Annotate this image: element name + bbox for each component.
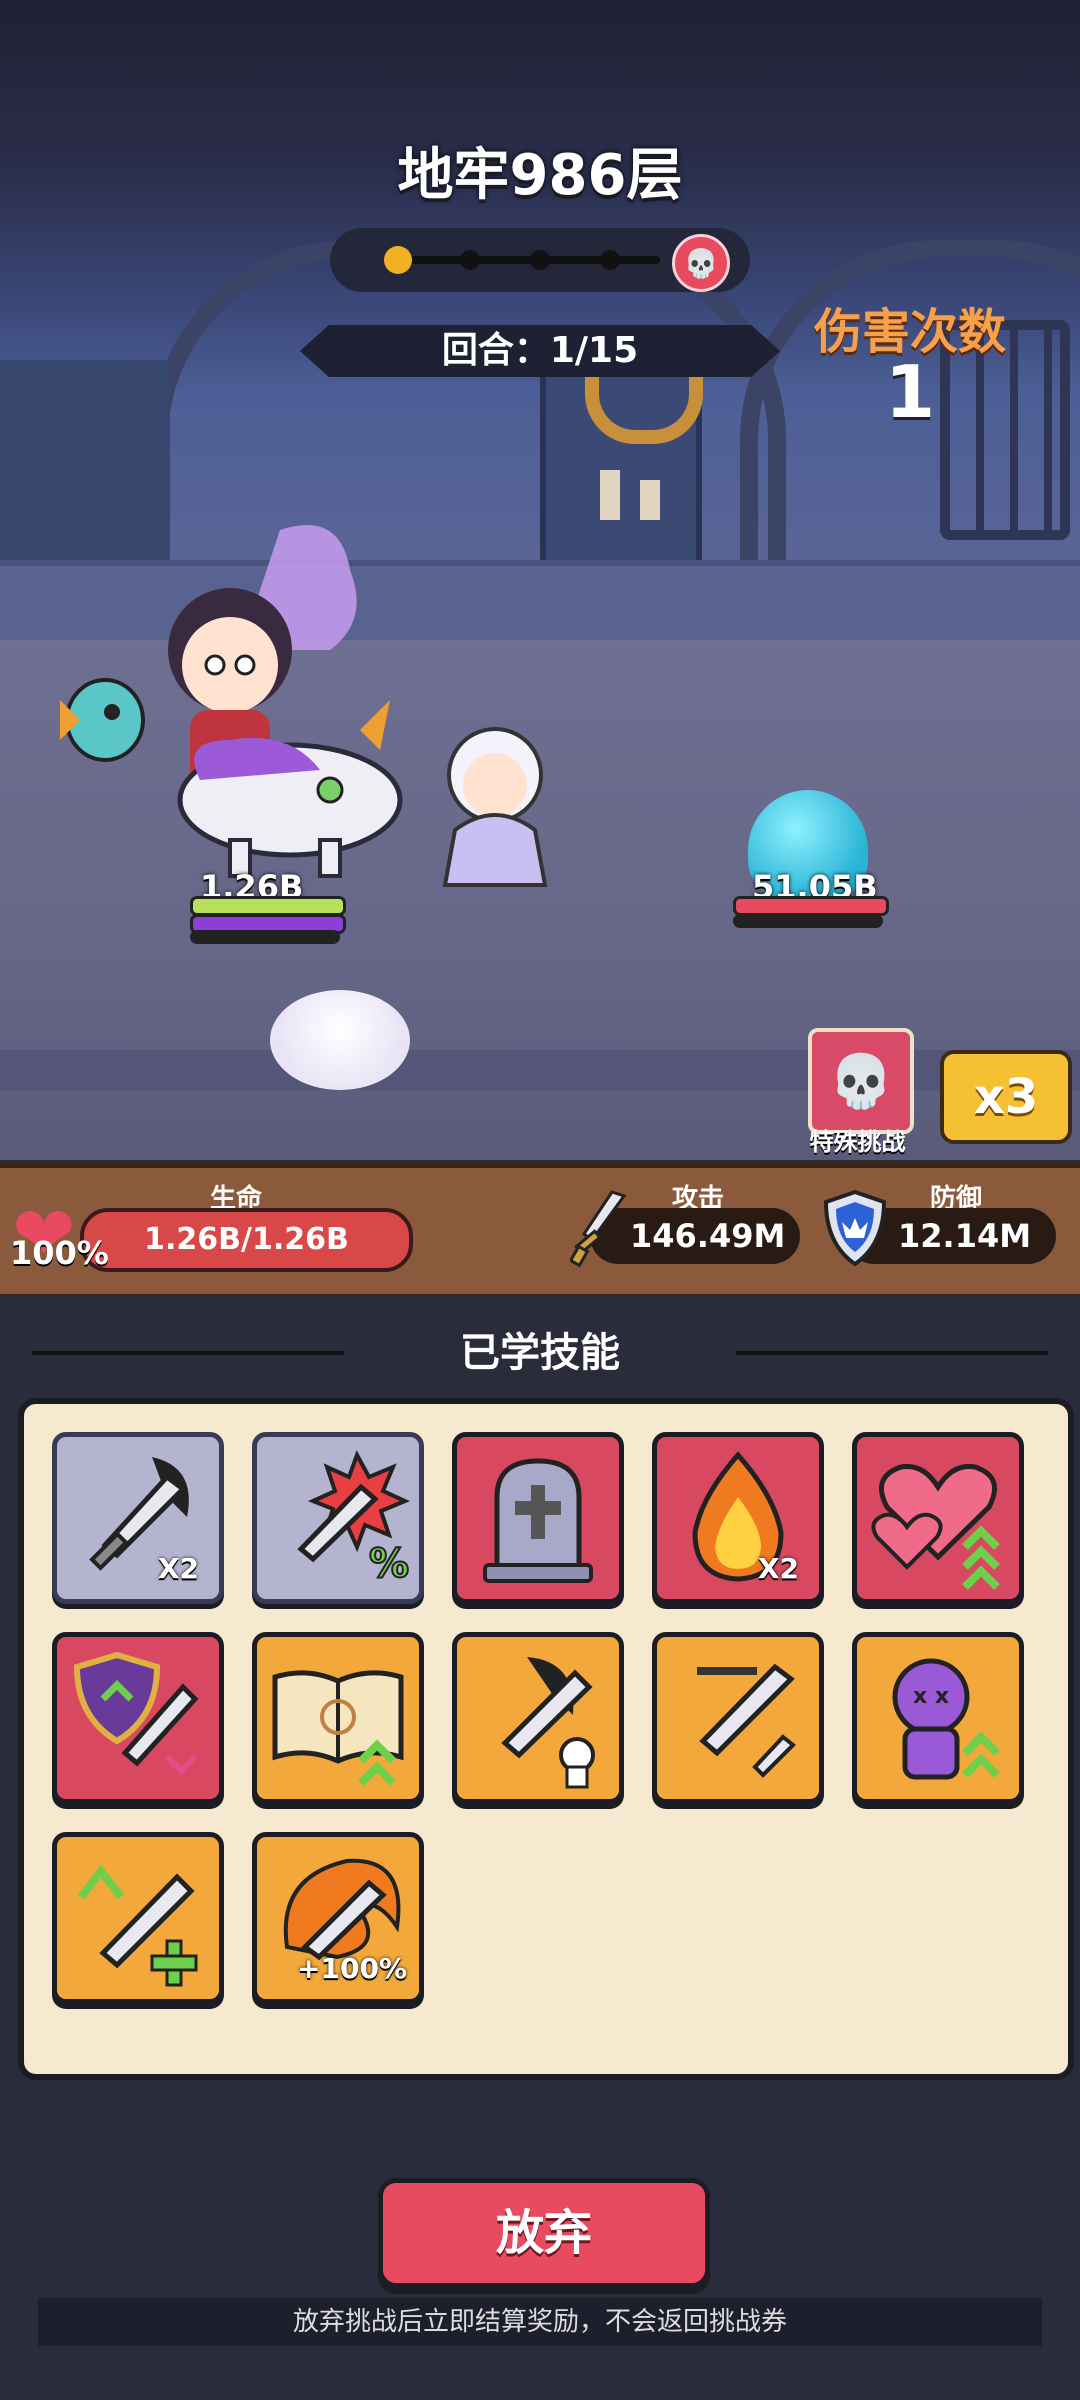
skill-sword-fire-icon[interactable]: +100%: [252, 1832, 424, 2004]
enemy-hp-bar: [733, 896, 889, 916]
candle: [640, 480, 660, 520]
skill-tombstone-icon[interactable]: [452, 1432, 624, 1604]
round-counter: 回合：1/15: [300, 325, 780, 377]
progress-node: [530, 250, 550, 270]
quit-note: 放弃挑战后立即结算奖励，不会返回挑战券: [38, 2298, 1042, 2346]
special-challenge-label[interactable]: 特殊挑战: [790, 1122, 925, 1157]
speed-button[interactable]: x3: [940, 1050, 1072, 1144]
pet-dragon: [50, 660, 150, 770]
skill-sword-dash-icon[interactable]: [652, 1632, 824, 1804]
pet-ice-cream: [270, 990, 410, 1090]
skill-spellbook-up-icon[interactable]: [252, 1632, 424, 1804]
skill-sword-x2-icon[interactable]: X2: [52, 1432, 224, 1604]
skills-grid: X2 % X2 x x +100%: [18, 1398, 1074, 2080]
hero-hp-bar: [190, 896, 346, 916]
candle: [600, 470, 620, 520]
life-bar: 1.26B/1.26B: [80, 1208, 413, 1272]
stage-progress: 💀: [330, 228, 750, 292]
dungeon-title: 地牢986层: [397, 143, 683, 208]
progress-node: [460, 250, 480, 270]
hero-character: [120, 500, 410, 880]
ally-princess: [430, 720, 560, 890]
progress-node: [600, 250, 620, 270]
life-percent: 100%: [10, 1234, 109, 1272]
enemy-energy-bar: [733, 914, 883, 928]
special-challenge-skull-icon[interactable]: 💀: [808, 1028, 914, 1134]
svg-text:%: %: [369, 1541, 409, 1587]
floor-step: [0, 1050, 1080, 1090]
skill-sword-crit-icon[interactable]: %: [252, 1432, 424, 1604]
skill-sword-heal-icon[interactable]: [52, 1832, 224, 2004]
sword-icon: [568, 1188, 630, 1268]
hero-energy-bar: [190, 930, 340, 944]
skill-sword-skull-icon[interactable]: [452, 1632, 624, 1804]
boss-skull-icon: 💀: [672, 234, 730, 292]
quit-button[interactable]: 放弃: [378, 2178, 710, 2288]
shield-icon: [820, 1188, 887, 1267]
progress-current-marker: [384, 246, 412, 274]
battle-scene: 地牢986层 💀 回合：1/15 伤害次数 1 1.26B 51.05B 💀 特…: [0, 0, 1080, 1160]
damage-count-value: 1: [884, 350, 936, 434]
skill-hearts-up-icon[interactable]: [852, 1432, 1024, 1604]
stats-bar: 生命 1.26B/1.26B ❤ 100% 攻击 146.49M 防御 12.1…: [0, 1162, 1080, 1300]
skill-voodoo-up-icon[interactable]: x x: [852, 1632, 1024, 1804]
skills-title: 已学技能: [460, 1330, 620, 1376]
skill-shield-sword-icon[interactable]: [52, 1632, 224, 1804]
svg-text:x x: x x: [913, 1684, 949, 1709]
skill-fire-icon[interactable]: X2: [652, 1432, 824, 1604]
